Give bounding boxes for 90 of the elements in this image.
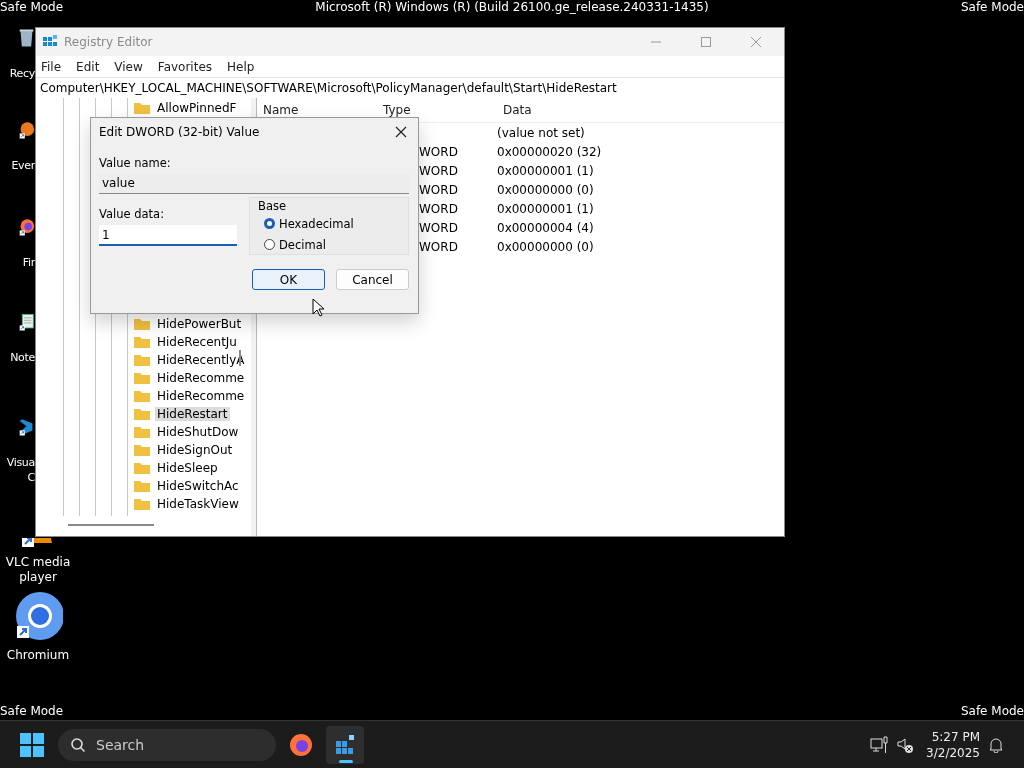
tree-item[interactable]: HideRecentJu <box>155 335 239 349</box>
start-icon[interactable] <box>20 732 44 757</box>
tree-item[interactable]: HideSignOut <box>155 443 235 457</box>
value-data-field[interactable]: 1 <box>99 225 237 246</box>
table-cell-text: 0x00000004 (4) <box>497 220 595 235</box>
desktop-icon-label[interactable]: Chromium <box>0 648 76 663</box>
safe-mode-label: Safe Mode <box>0 0 64 16</box>
folder-icon <box>133 407 151 421</box>
column-header[interactable]: Data <box>503 103 784 117</box>
menu-item[interactable]: Favorites <box>156 59 214 74</box>
radio-button[interactable] <box>264 239 275 250</box>
window-title: Registry Editor <box>64 35 153 49</box>
folder-icon <box>133 479 151 493</box>
safe-mode-label: Safe Mode <box>0 704 64 719</box>
tree-item[interactable]: HideRecentlyA <box>155 353 247 367</box>
table-cell-text: 0x00000000 (0) <box>497 239 595 254</box>
table-cell: WORD <box>419 144 458 159</box>
table-cell-text: (value not set) <box>497 125 586 140</box>
table-cell: WORD <box>419 239 458 254</box>
table-cell-text: 0x00000001 (1) <box>497 163 595 178</box>
desktop-icon-label[interactable]: Ever <box>0 158 35 173</box>
scrollbar-thumb[interactable] <box>68 524 154 526</box>
network-icon[interactable] <box>870 735 889 754</box>
radio-label[interactable]: Hexadecimal <box>279 216 354 231</box>
muted-speaker-icon[interactable] <box>896 735 915 754</box>
dialog-title: Edit DWORD (32-bit) Value <box>99 125 260 139</box>
search-placeholder: Search <box>96 736 145 753</box>
maximize-icon[interactable] <box>700 36 712 48</box>
menu-item[interactable]: View <box>113 59 144 74</box>
scrollbar-thumb[interactable] <box>239 350 241 366</box>
folder-icon <box>133 497 151 511</box>
column-header[interactable]: Name <box>257 103 377 117</box>
menu-item[interactable]: Edit <box>75 59 101 74</box>
value-name-field[interactable]: value <box>99 174 409 194</box>
desktop-icon-label[interactable]: Fir <box>0 255 35 270</box>
desktop-icon-label[interactable]: Visua C <box>0 455 35 485</box>
tree-item[interactable]: HideShutDow <box>155 425 241 439</box>
folder-icon <box>133 335 151 349</box>
search-box[interactable]: Search <box>58 728 276 761</box>
tree-item[interactable]: HideSwitchAc <box>155 479 241 493</box>
safe-mode-label: Safe Mode <box>960 0 1024 16</box>
active-app-button[interactable] <box>326 725 364 764</box>
table-cell: WORD <box>419 220 458 235</box>
folder-icon <box>133 425 151 439</box>
table-cell-text: 0x00000001 (1) <box>497 201 595 216</box>
tree-item[interactable]: HideRecomme <box>155 371 247 385</box>
address-bar[interactable]: Computer\HKEY_LOCAL_MACHINE\SOFTWARE\Microsoft\PolicyManager\default\Start\HideRestart <box>36 77 784 98</box>
group-label: Base <box>258 199 286 213</box>
folder-icon <box>133 389 151 403</box>
clock-time: 5:27 PM <box>931 728 980 745</box>
build-label: Microsoft (R) Windows (R) (Build 26100.ge_release.240331-1435) <box>315 0 709 16</box>
tree-item[interactable]: HideTaskView <box>155 497 241 511</box>
radio-button[interactable] <box>264 218 275 229</box>
search-icon <box>70 736 86 753</box>
safe-mode-label: Safe Mode <box>960 704 1024 719</box>
folder-icon <box>133 461 151 475</box>
desktop-icon-label[interactable]: VLC media player <box>0 555 76 585</box>
chromium-icon[interactable] <box>13 592 63 642</box>
tree-item[interactable]: AllowPinnedF <box>155 101 239 115</box>
radio-label[interactable]: Decimal <box>279 237 326 252</box>
ok-button[interactable]: OK <box>252 269 325 290</box>
table-cell: WORD <box>419 201 458 216</box>
tree-item[interactable]: HideSleep <box>155 461 220 475</box>
folder-icon <box>133 443 151 457</box>
table-cell-text: 0x00000020 (32) <box>497 144 603 159</box>
folder-icon <box>133 371 151 385</box>
menu-item[interactable]: Help <box>226 59 256 74</box>
clock[interactable]: 5:27 PM 3/2/2025 <box>926 728 980 761</box>
close-icon[interactable] <box>395 126 407 138</box>
table-cell: WORD <box>419 182 458 197</box>
table-cell: WORD <box>419 163 458 178</box>
tree-item[interactable]: HideRecomme <box>155 389 247 403</box>
folder-icon <box>133 101 151 115</box>
menu-item[interactable]: File <box>40 59 63 74</box>
folder-icon <box>133 353 151 367</box>
tree-item[interactable]: HideRestart <box>155 407 230 421</box>
desktop-icon-label[interactable]: Recy <box>0 66 35 81</box>
firefox-icon <box>289 732 313 757</box>
desktop-icon-label[interactable]: Note <box>0 350 35 365</box>
table-cell-text: 0x00000000 (0) <box>497 182 595 197</box>
clock-date: 3/2/2025 <box>926 744 980 761</box>
tree-item[interactable]: HidePowerBut <box>155 317 244 331</box>
registry-editor-icon <box>333 732 357 757</box>
notification-bell-icon[interactable] <box>988 736 1004 753</box>
column-header[interactable]: Type <box>377 103 503 117</box>
cancel-button[interactable]: Cancel <box>336 269 409 290</box>
mouse-cursor-icon <box>312 298 324 317</box>
folder-icon <box>133 317 151 331</box>
field-label: Value data: <box>99 207 165 221</box>
field-label: Value name: <box>99 156 172 170</box>
